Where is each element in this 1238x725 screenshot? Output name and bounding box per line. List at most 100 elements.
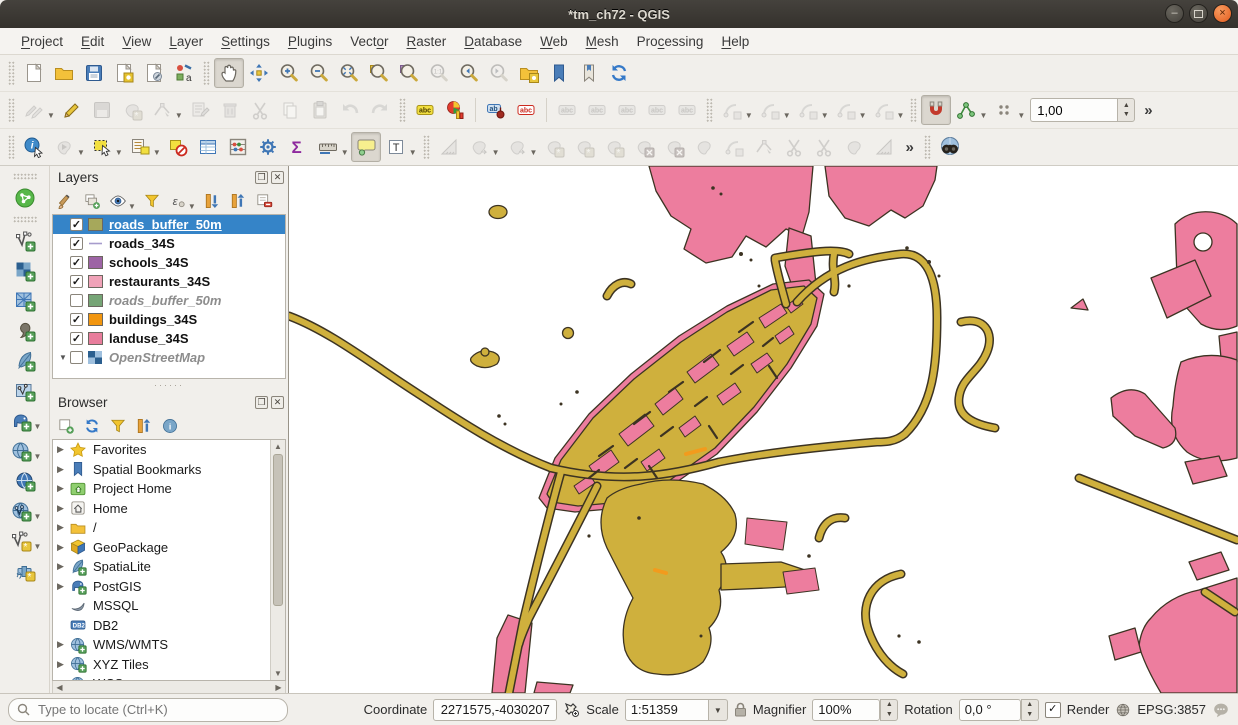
filter-browser-icon[interactable] (106, 414, 130, 438)
menu-vector[interactable]: Vector (341, 30, 397, 53)
new-temporary-scratch-layer-icon[interactable]: * (10, 556, 40, 586)
metasearch-icon[interactable] (935, 132, 965, 162)
render-checkbox[interactable]: ✓ (1045, 702, 1061, 718)
zoom-last-icon[interactable] (454, 58, 484, 88)
menu-layer[interactable]: Layer (160, 30, 212, 53)
layer-visibility-checkbox[interactable]: ✓ (70, 218, 83, 231)
layer-diagram-icon[interactable] (440, 95, 470, 125)
spin-arrows[interactable]: ▲▼ (1117, 98, 1135, 122)
menu-project[interactable]: Project (12, 30, 72, 53)
menu-help[interactable]: Help (712, 30, 758, 53)
layer-visibility-checkbox[interactable]: ✓ (70, 256, 83, 269)
add-mesh-layer-icon[interactable] (10, 286, 40, 316)
browser-expander-icon[interactable]: ▶ (57, 561, 69, 572)
toolbar-grip[interactable] (423, 135, 430, 159)
browser-expander-icon[interactable]: ▶ (57, 639, 69, 650)
toolbar-grip[interactable] (13, 216, 37, 223)
browser-item-project-home[interactable]: ▶Project Home (53, 479, 271, 499)
messages-icon[interactable] (1212, 702, 1230, 718)
show-statistics-icon[interactable]: Σ (283, 132, 313, 162)
menu-processing[interactable]: Processing (628, 30, 713, 53)
identify-features-icon[interactable]: i (19, 132, 49, 162)
add-wms-layer-icon[interactable] (6, 436, 36, 466)
browser-item-geopackage[interactable]: ▶GeoPackage (53, 538, 271, 558)
new-spatial-bookmark-icon[interactable] (514, 58, 544, 88)
layer-item-roads_34s[interactable]: ✓roads_34S (53, 234, 285, 253)
select-by-value-icon[interactable] (125, 132, 155, 162)
toolbar-grip[interactable] (910, 98, 917, 122)
layer-labeling-icon[interactable]: abc (410, 95, 440, 125)
browser-expander-icon[interactable]: ▶ (57, 659, 69, 670)
toolbar-grip[interactable] (203, 61, 210, 85)
snapping-tolerance-input[interactable] (1030, 98, 1117, 122)
new-project-icon[interactable] (19, 58, 49, 88)
highlight-pinned-labels-icon[interactable]: abc (511, 95, 541, 125)
layer-item-restaurants_34s[interactable]: ✓restaurants_34S (53, 272, 285, 291)
snapping-tolerance-spinbox[interactable]: ▲▼ (1030, 98, 1135, 122)
menu-database[interactable]: Database (455, 30, 531, 53)
maximize-button[interactable] (1189, 4, 1208, 23)
menu-mesh[interactable]: Mesh (577, 30, 628, 53)
toolbar-overflow-button[interactable]: » (1138, 102, 1158, 119)
layer-visibility-checkbox[interactable]: ✓ (70, 275, 83, 288)
map-canvas[interactable] (288, 166, 1238, 693)
add-spatialite-layer-icon[interactable] (10, 346, 40, 376)
layers-panel-close-icon[interactable]: ✕ (271, 171, 284, 184)
menu-settings[interactable]: Settings (212, 30, 279, 53)
close-button[interactable]: × (1213, 4, 1232, 23)
processing-toolbox-icon[interactable] (253, 132, 283, 162)
crs-globe-icon[interactable] (1115, 702, 1131, 718)
browser-item-spatialite[interactable]: ▶SpatiaLite (53, 557, 271, 577)
filter-legend-icon[interactable] (140, 189, 164, 213)
magnifier-input[interactable] (812, 699, 880, 721)
browser-expander-icon[interactable]: ▶ (57, 522, 69, 533)
zoom-in-icon[interactable] (274, 58, 304, 88)
scroll-up-icon[interactable]: ▲ (271, 440, 285, 453)
browser-item-postgis[interactable]: ▶PostGIS (53, 577, 271, 597)
layer-item-schools_34s[interactable]: ✓schools_34S (53, 253, 285, 272)
statistical-summary-icon[interactable] (223, 132, 253, 162)
open-project-icon[interactable] (49, 58, 79, 88)
zoom-full-icon[interactable] (334, 58, 364, 88)
toolbar-overflow-button[interactable]: » (899, 139, 919, 156)
toggle-editing-icon[interactable] (57, 95, 87, 125)
browser-item-wcs[interactable]: ▶WCS (53, 674, 271, 681)
browser-item-spatial-bookmarks[interactable]: ▶Spatial Bookmarks (53, 460, 271, 480)
menu-edit[interactable]: Edit (72, 30, 113, 53)
menu-web[interactable]: Web (531, 30, 577, 53)
pan-to-selection-icon[interactable] (244, 58, 274, 88)
layer-visibility-checkbox[interactable] (70, 294, 83, 307)
zoom-to-selection-icon[interactable] (364, 58, 394, 88)
layer-item-roads_buffer_50m[interactable]: ✓roads_buffer_50m (53, 215, 285, 234)
layer-item-openstreetmap[interactable]: ▼OpenStreetMap (53, 348, 285, 367)
bookmark-manager-icon[interactable] (574, 58, 604, 88)
menu-raster[interactable]: Raster (398, 30, 456, 53)
toolbar-grip[interactable] (8, 98, 15, 122)
browser-panel-float-icon[interactable]: ❐ (255, 396, 268, 409)
browser-item-db2[interactable]: DB2DB2 (53, 616, 271, 636)
browser-item-wms-wmts[interactable]: ▶WMS/WMTS (53, 635, 271, 655)
new-print-layout-icon[interactable] (109, 58, 139, 88)
browser-expander-icon[interactable]: ▶ (57, 581, 69, 592)
browser-expander-icon[interactable]: ▶ (57, 444, 69, 455)
layers-panel-float-icon[interactable]: ❐ (255, 171, 268, 184)
add-group-icon[interactable] (80, 189, 104, 213)
save-project-icon[interactable] (79, 58, 109, 88)
layer-expander-icon[interactable]: ▼ (59, 353, 70, 362)
panel-splitter-handle[interactable]: ······ (50, 379, 288, 391)
add-vector-layer-icon[interactable] (10, 226, 40, 256)
minimize-button[interactable]: – (1165, 4, 1184, 23)
toolbar-grip[interactable] (706, 98, 713, 122)
remove-layer-icon[interactable] (252, 189, 276, 213)
browser-item-favorites[interactable]: ▶Favorites (53, 440, 271, 460)
coordinate-input[interactable] (433, 699, 557, 721)
collapse-all-icon[interactable] (226, 189, 250, 213)
menu-plugins[interactable]: Plugins (279, 30, 341, 53)
lock-scale-icon[interactable] (734, 702, 747, 717)
browser-expander-icon[interactable]: ▶ (57, 503, 69, 514)
browser-vertical-scrollbar[interactable]: ▲ ▼ (270, 440, 285, 680)
toolbar-grip[interactable] (399, 98, 406, 122)
add-selected-layers-icon[interactable] (54, 414, 78, 438)
zoom-out-icon[interactable] (304, 58, 334, 88)
select-features-icon[interactable] (87, 132, 117, 162)
